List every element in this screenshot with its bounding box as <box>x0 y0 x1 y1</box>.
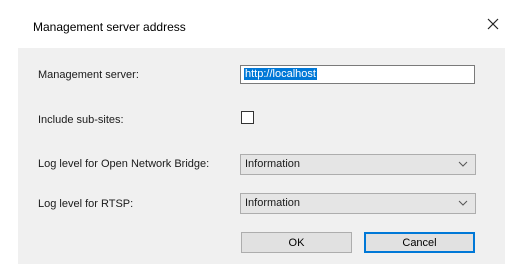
include-sub-sites-checkbox[interactable] <box>241 111 254 124</box>
log-level-rtsp-label: Log level for RTSP: <box>38 198 134 210</box>
close-icon <box>487 18 499 30</box>
dialog-title: Management server address <box>33 20 186 34</box>
log-level-onb-label: Log level for Open Network Bridge: <box>38 158 210 170</box>
log-level-rtsp-value: Information <box>245 197 301 209</box>
management-server-input[interactable]: http://localhost <box>240 65 475 84</box>
chevron-down-icon <box>458 200 468 206</box>
management-server-label: Management server: <box>38 69 139 81</box>
management-server-value: http://localhost <box>244 68 317 80</box>
log-level-onb-select[interactable]: Information <box>240 154 476 175</box>
include-sub-sites-label: Include sub-sites: <box>38 114 124 126</box>
log-level-rtsp-select[interactable]: Information <box>240 193 476 214</box>
close-button[interactable] <box>482 13 504 35</box>
title-bar: Management server address <box>0 0 505 48</box>
ok-button[interactable]: OK <box>241 232 352 253</box>
chevron-down-icon <box>458 161 468 167</box>
cancel-button[interactable]: Cancel <box>364 232 475 253</box>
log-level-onb-value: Information <box>245 158 301 170</box>
